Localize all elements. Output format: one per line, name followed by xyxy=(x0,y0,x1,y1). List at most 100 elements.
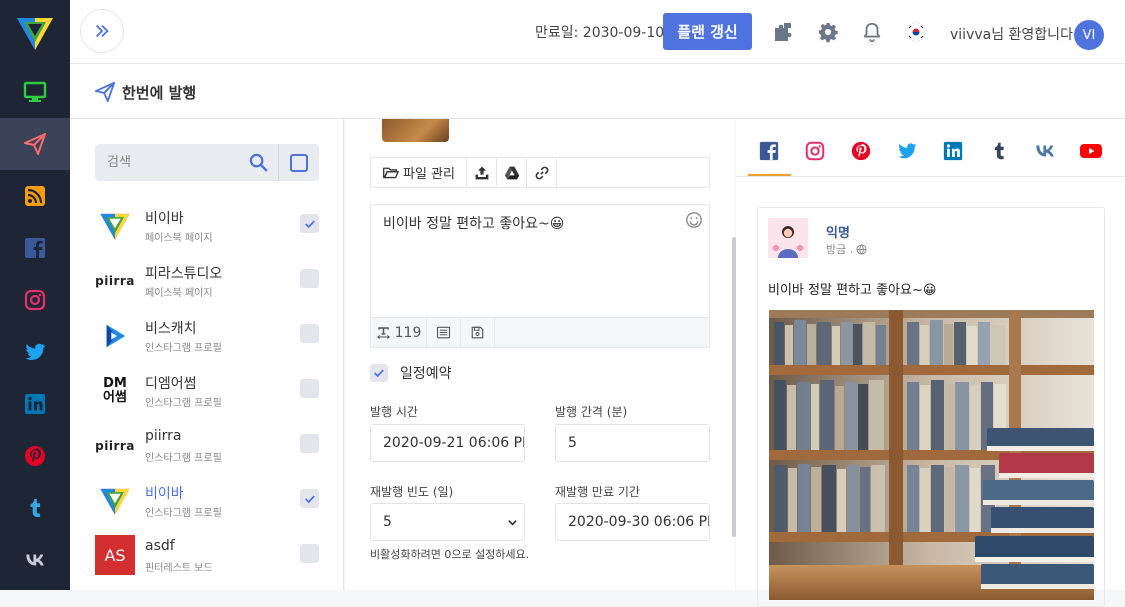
active-tab-indicator xyxy=(748,174,791,176)
account-item[interactable]: piirra piirra 인스타그램 프로필 xyxy=(70,419,344,474)
account-checkbox[interactable] xyxy=(300,324,319,343)
extensions-button[interactable] xyxy=(772,20,796,44)
file-manage-label: 파일 관리 xyxy=(403,167,455,182)
tab-twitter[interactable] xyxy=(895,139,919,163)
link-icon xyxy=(535,166,548,179)
viivva-logo xyxy=(95,209,135,243)
account-item[interactable]: 비스캐치 인스타그램 프로필 xyxy=(70,309,344,364)
linkedin-icon xyxy=(25,394,45,414)
rail-twitter[interactable] xyxy=(0,326,70,378)
rail-tumblr[interactable] xyxy=(0,482,70,534)
repeat-frequency-select[interactable]: 5 xyxy=(370,503,525,541)
account-item[interactable]: 비이바 페이스북 페이지 xyxy=(70,199,344,254)
repeat-end-label: 재발행 만료 기간 xyxy=(555,485,640,499)
account-badge: AS xyxy=(95,535,135,575)
upload-button[interactable] xyxy=(467,158,497,187)
tab-facebook[interactable] xyxy=(757,139,781,163)
publish-time-label: 발행 시간 xyxy=(370,405,418,419)
biscatch-logo xyxy=(95,319,135,353)
send-icon xyxy=(24,133,46,155)
account-item[interactable]: DM 어썸 디엠어썸 인스타그램 프로필 xyxy=(70,364,344,419)
google-drive-icon xyxy=(504,166,519,179)
user-avatar[interactable]: VI xyxy=(1074,20,1104,50)
double-chevron-right-icon xyxy=(95,24,109,38)
account-type: 핀터레스트 보드 xyxy=(145,563,213,574)
template-button[interactable] xyxy=(427,318,461,347)
tab-instagram[interactable] xyxy=(803,139,827,163)
account-checkbox[interactable] xyxy=(300,544,319,563)
sidebar-toggle-button[interactable] xyxy=(80,9,124,53)
account-checkbox[interactable] xyxy=(300,269,319,288)
account-item[interactable]: piirra 피라스튜디오 페이스북 페이지 xyxy=(70,254,344,309)
account-checkbox[interactable] xyxy=(300,434,319,453)
language-button[interactable] xyxy=(904,20,928,44)
preview-panel: 익명 방금 . 비이바 정말 편하고 좋아요~😀 xyxy=(736,119,1125,607)
search-icon[interactable] xyxy=(249,153,268,172)
repeat-frequency-value: 5 xyxy=(383,514,392,530)
preview-time: 방금 . xyxy=(826,243,854,256)
publish-time-input[interactable]: 2020-09-21 06:06 PM xyxy=(370,424,525,462)
tab-youtube[interactable] xyxy=(1079,139,1103,163)
schedule-checkbox[interactable] xyxy=(370,364,388,382)
preview-avatar xyxy=(768,218,808,258)
account-name: 피라스튜디오 xyxy=(145,266,223,282)
schedule-toggle[interactable]: 일정예약 xyxy=(370,363,452,383)
rail-facebook[interactable] xyxy=(0,222,70,274)
attached-image-thumbnail[interactable] xyxy=(382,119,449,142)
puzzle-icon xyxy=(775,23,792,41)
tab-vk[interactable] xyxy=(1033,139,1057,163)
file-manage-button[interactable]: 파일 관리 xyxy=(371,158,467,187)
account-checkbox[interactable] xyxy=(300,214,319,233)
welcome-text: viivva님 환영합니다. xyxy=(950,27,1078,43)
folder-open-icon xyxy=(383,167,399,179)
save-draft-button[interactable] xyxy=(461,318,495,347)
instagram-icon xyxy=(24,289,46,311)
repeat-hint: 비활성화하려면 0으로 설정하세요. xyxy=(370,548,530,561)
check-icon xyxy=(304,219,315,228)
check-icon xyxy=(374,369,384,378)
account-checkbox[interactable] xyxy=(300,489,319,508)
settings-button[interactable] xyxy=(816,20,840,44)
pinterest-icon xyxy=(851,141,871,161)
tab-pinterest[interactable] xyxy=(849,139,873,163)
rail-linkedin[interactable] xyxy=(0,378,70,430)
rail-send[interactable] xyxy=(0,118,70,170)
tab-tumblr[interactable] xyxy=(987,139,1011,163)
repeat-end-input[interactable]: 2020-09-30 06:06 PM xyxy=(555,503,710,541)
account-type: 인스타그램 프로필 xyxy=(145,453,222,464)
tumblr-icon xyxy=(994,142,1004,160)
account-type: 페이스북 페이지 xyxy=(145,233,213,244)
select-all-checkbox[interactable] xyxy=(278,144,319,181)
interval-input[interactable]: 5 xyxy=(555,424,710,462)
account-item[interactable]: AS asdf 핀터레스트 보드 xyxy=(70,529,344,584)
rail-monitor[interactable] xyxy=(0,66,70,118)
notifications-button[interactable] xyxy=(860,20,884,44)
search-input[interactable] xyxy=(95,144,245,181)
app-logo[interactable] xyxy=(14,12,56,54)
page-title: 한번에 발행 xyxy=(94,81,196,103)
preview-text: 비이바 정말 편하고 좋아요~😀 xyxy=(768,283,937,298)
renew-plan-button[interactable]: 플랜 갱신 xyxy=(663,13,752,50)
facebook-icon xyxy=(25,238,45,258)
preview-username[interactable]: 익명 xyxy=(826,222,850,241)
preview-image[interactable] xyxy=(769,310,1094,600)
account-checkbox[interactable] xyxy=(300,379,319,398)
rail-rss[interactable] xyxy=(0,170,70,222)
post-textarea[interactable]: 비이바 정말 편하고 좋아요~😀 119 xyxy=(370,204,710,348)
rail-pinterest[interactable] xyxy=(0,430,70,482)
piirra-logo: piirra xyxy=(95,439,135,453)
google-drive-button[interactable] xyxy=(497,158,527,187)
rail-instagram[interactable] xyxy=(0,274,70,326)
tumblr-icon xyxy=(30,499,41,517)
rss-icon xyxy=(25,186,45,206)
post-editor: 파일 관리 비이바 정말 편하고 좋아요~😀 119 일정예약 발행 시간 20… xyxy=(345,119,736,590)
account-item[interactable]: 비이바 인스타그램 프로필 xyxy=(70,474,344,529)
rail-vk[interactable] xyxy=(0,534,70,586)
tab-linkedin[interactable] xyxy=(941,139,965,163)
viivva-logo xyxy=(95,484,135,518)
post-preview-card: 익명 방금 . 비이바 정말 편하고 좋아요~😀 xyxy=(757,207,1105,607)
instagram-icon xyxy=(805,141,825,161)
emoji-icon[interactable] xyxy=(685,211,703,229)
gear-icon xyxy=(818,22,838,43)
link-button[interactable] xyxy=(527,158,557,187)
